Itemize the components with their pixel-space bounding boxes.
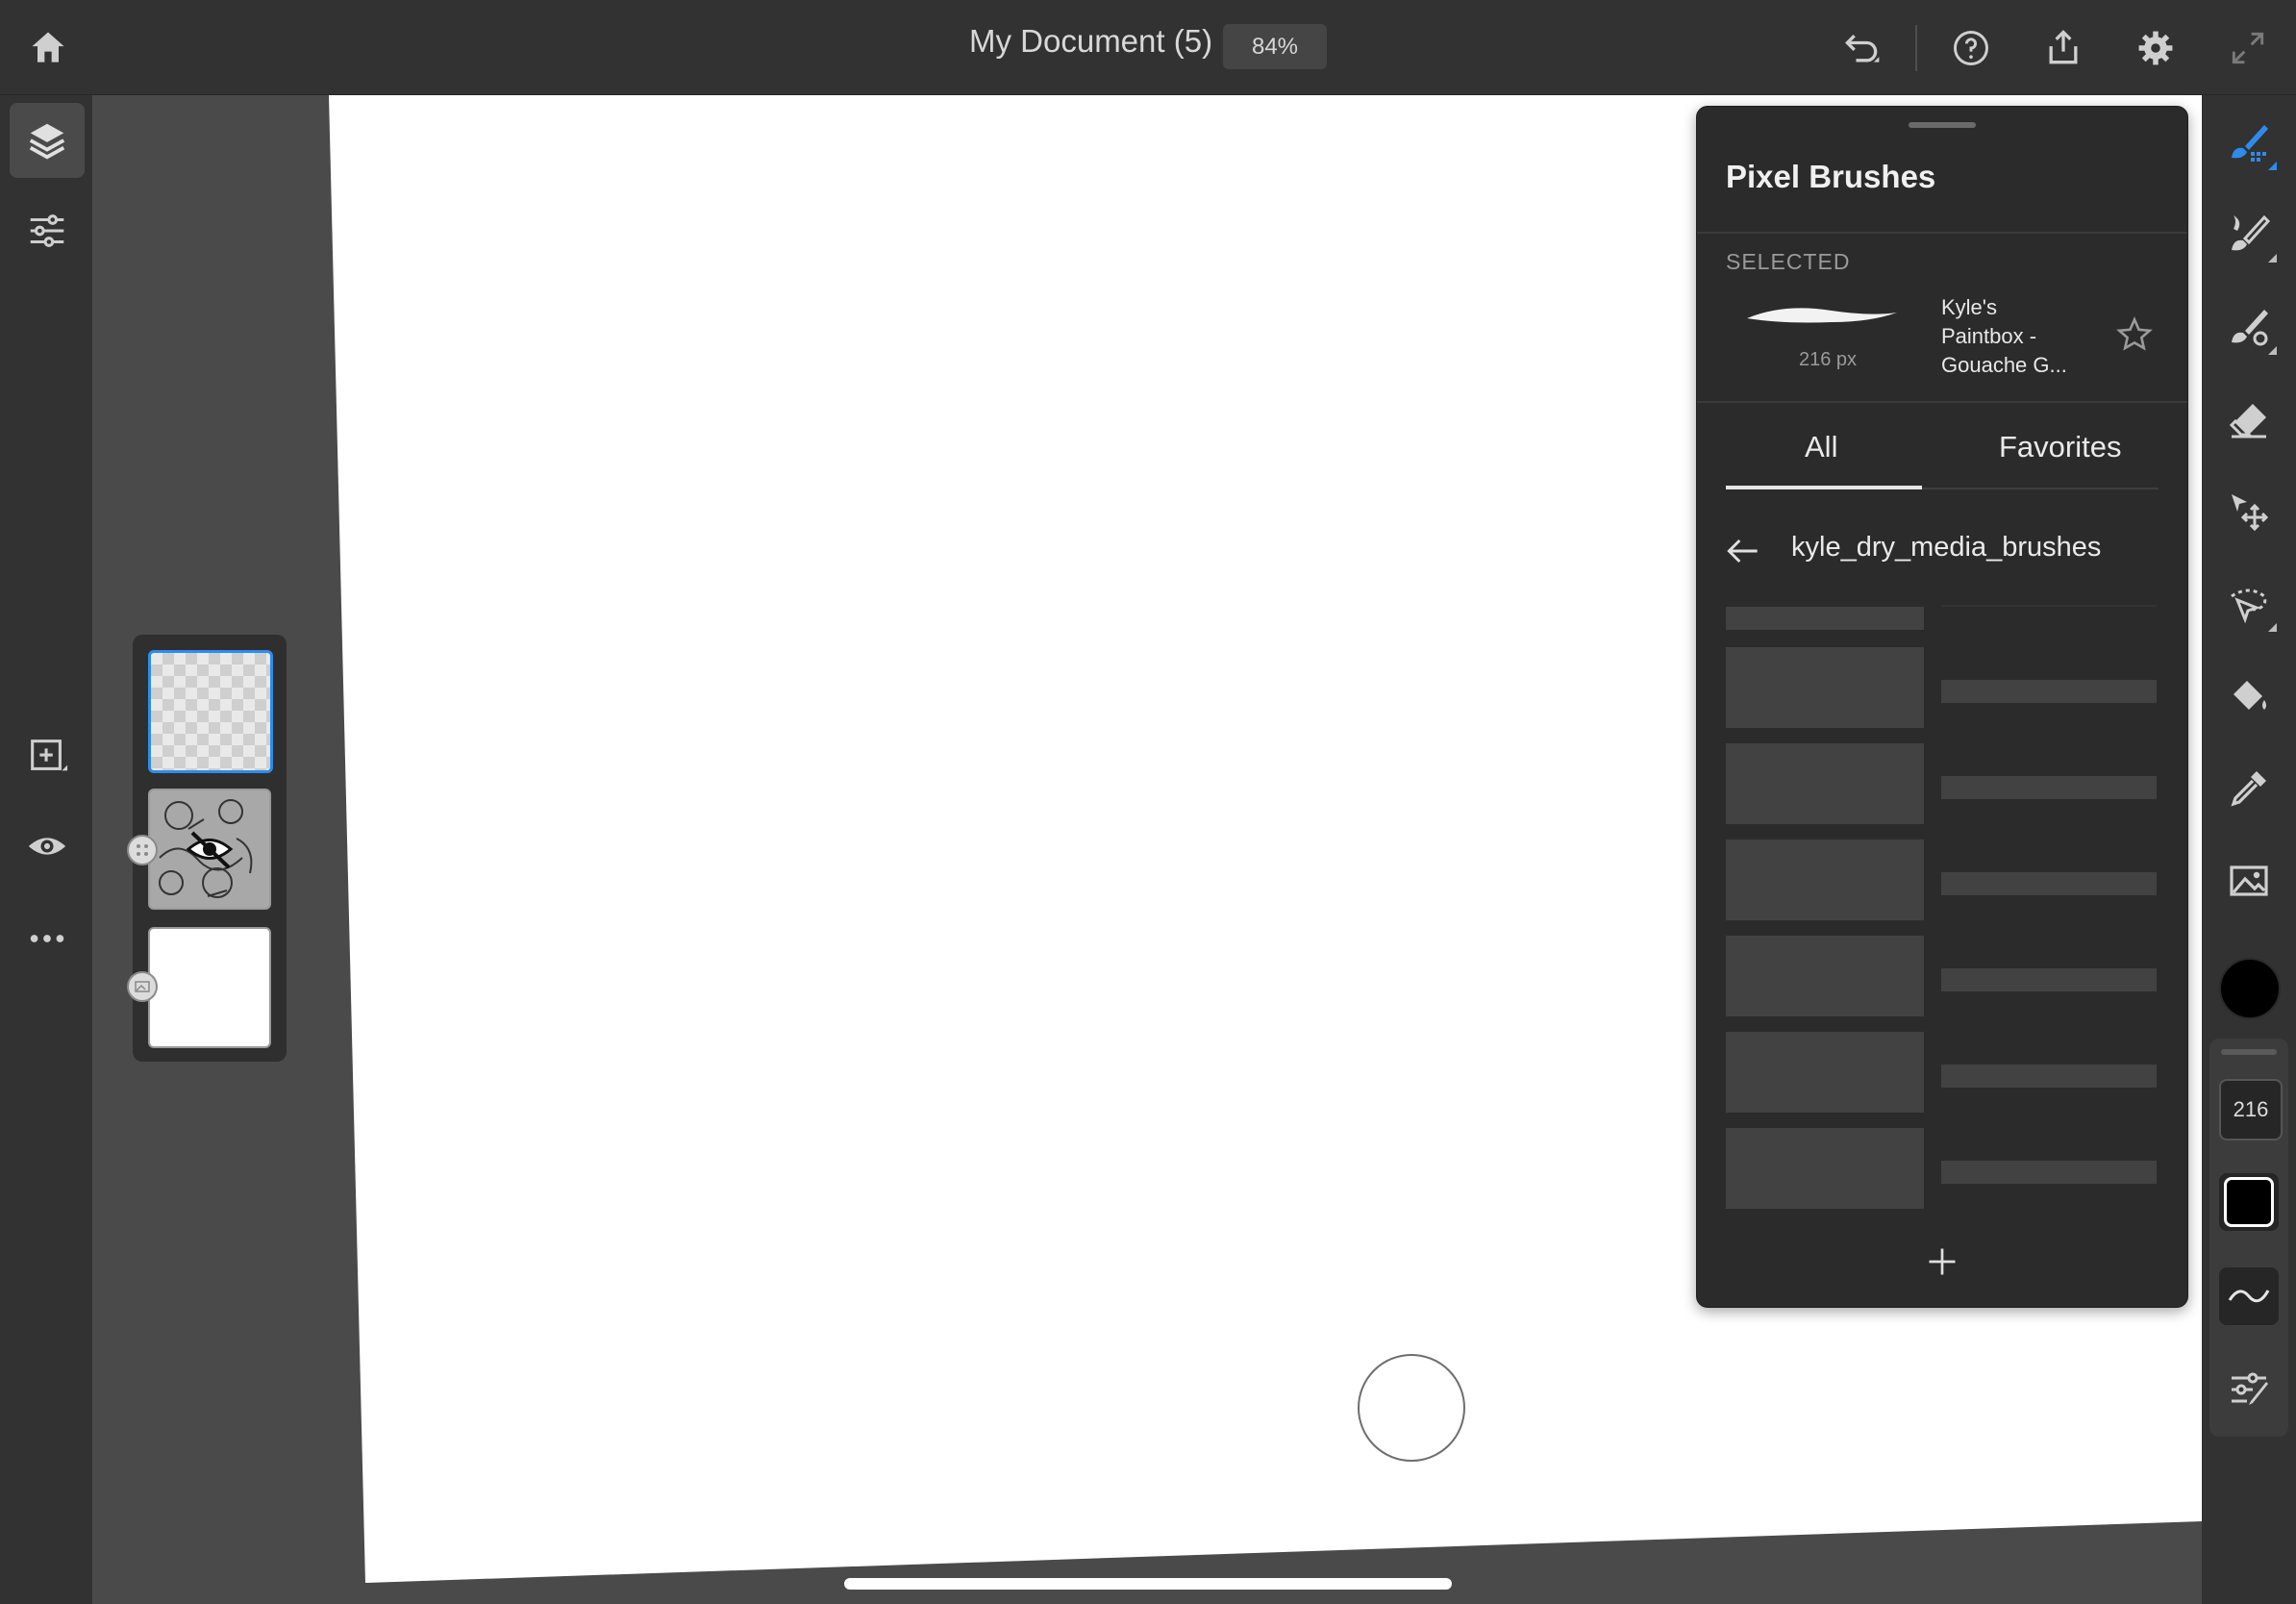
brush-name-placeholder [1941,872,2157,895]
layer-properties-button[interactable] [10,193,85,268]
share-icon [2049,30,2078,64]
image-icon [2230,865,2268,896]
add-layer-button[interactable] [10,718,85,793]
eraser-tool[interactable] [2215,386,2283,453]
brush-name-placeholder [1941,1161,2157,1184]
visibility-button[interactable] [10,809,85,884]
mixer-brush-icon [2232,310,2268,346]
brush-thumb-placeholder[interactable] [1726,647,1924,728]
brush-thumb-placeholder[interactable] [1726,840,1924,920]
tab-all[interactable]: All [1805,430,1837,464]
zoom-level[interactable]: 84% [1223,24,1327,69]
settings-icon [2138,31,2173,65]
transform-tool[interactable] [2215,478,2283,545]
brush-cursor [1358,1354,1465,1462]
more-icon [30,935,64,942]
home-button[interactable] [19,19,77,77]
pixel-brush-tool[interactable] [2215,109,2283,176]
brush-name-placeholder [1941,680,2157,703]
layers-panel [127,635,287,1062]
brush-thumb-placeholder[interactable] [1726,1032,1924,1113]
live-brush-tool[interactable] [2215,201,2283,268]
settings-button[interactable] [2127,19,2184,77]
brush-opacity-control[interactable] [2219,1173,2279,1231]
home-icon [32,32,64,63]
layer-thumbnail-sketch[interactable] [148,789,271,910]
smoothing-wave-icon [2228,1290,2270,1303]
brush-thumb-placeholder[interactable] [1726,607,1924,630]
layers-button[interactable] [10,103,85,178]
undo-button[interactable] [1833,19,1890,77]
pixel-brush-icon [2232,125,2268,162]
tab-favorites[interactable]: Favorites [1999,430,2121,464]
panel-drag-handle[interactable] [1909,122,1976,128]
fill-tool[interactable] [2215,663,2283,730]
fullscreen-icon [2232,32,2264,64]
mixer-brush-tool[interactable] [2215,293,2283,361]
brush-name-placeholder [1941,968,2157,991]
brush-settings-grip[interactable] [2221,1049,2277,1055]
layer-thumbnail-background[interactable] [148,927,271,1048]
document-title[interactable]: My Document (5) [969,23,1212,60]
brush-stroke-preview[interactable] [1745,299,1899,338]
image-tool[interactable] [2215,847,2283,915]
pixel-brushes-panel: Pixel Brushes SELECTED 216 px Kyle's Pai… [1696,106,2188,1308]
divider [1697,401,2187,403]
sketch-drawing [150,790,269,908]
divider [1941,605,2157,607]
selected-brush-name[interactable]: Kyle's Paintbox - Gouache G... [1941,293,2076,380]
brush-thumb-placeholder[interactable] [1726,743,1924,824]
brush-size-control[interactable]: 216 [2219,1079,2283,1140]
layer-thumbnail-transparent[interactable] [148,650,273,773]
undo-icon [1844,34,1880,63]
live-brush-icon [2232,214,2271,251]
toolbar-divider [1915,25,1917,71]
layer-properties-icon [30,214,64,247]
tab-active-indicator [1726,486,1922,489]
brush-settings-button[interactable] [2215,1356,2283,1423]
selected-label: SELECTED [1726,249,1851,274]
more-button[interactable] [10,901,85,976]
add-brush-button[interactable] [1918,1238,1966,1286]
selected-brush-size: 216 px [1799,349,1858,370]
help-icon [1954,31,1988,65]
fullscreen-button[interactable] [2219,19,2277,77]
layers-icon [29,123,65,160]
panel-title: Pixel Brushes [1726,159,1936,194]
home-indicator[interactable] [844,1578,1452,1590]
image-layer-icon [127,971,158,1002]
layer-group-icon [127,835,158,865]
eraser-icon [2229,404,2266,439]
selection-tool[interactable] [2215,570,2283,638]
color-picker-swatch[interactable] [2219,958,2281,1019]
left-rail [0,95,92,1604]
top-bar: My Document (5) 84% [0,0,2296,95]
eyedropper-icon [2231,771,2266,807]
brush-name-placeholder [1941,1065,2157,1088]
back-arrow-icon[interactable] [1722,530,1764,572]
favorite-star-icon[interactable] [2114,314,2155,355]
transform-icon [2232,494,2269,532]
visibility-icon [28,838,66,855]
help-button[interactable] [1942,19,2000,77]
share-button[interactable] [2034,19,2092,77]
brush-smoothing-control[interactable] [2219,1267,2279,1325]
add-layer-icon [31,739,68,771]
brush-settings-icon [2232,1372,2268,1405]
brush-name-placeholder [1941,776,2157,799]
brush-thumb-placeholder[interactable] [1726,936,1924,1016]
divider [1697,232,2187,234]
selection-icon [2231,589,2267,624]
eyedropper-tool[interactable] [2215,755,2283,822]
plus-icon [1929,1248,1956,1275]
brush-folder-name: kyle_dry_media_brushes [1791,532,2102,563]
brush-thumb-placeholder[interactable] [1726,1128,1924,1209]
fill-icon [2234,681,2266,710]
opacity-swatch [2224,1177,2274,1227]
